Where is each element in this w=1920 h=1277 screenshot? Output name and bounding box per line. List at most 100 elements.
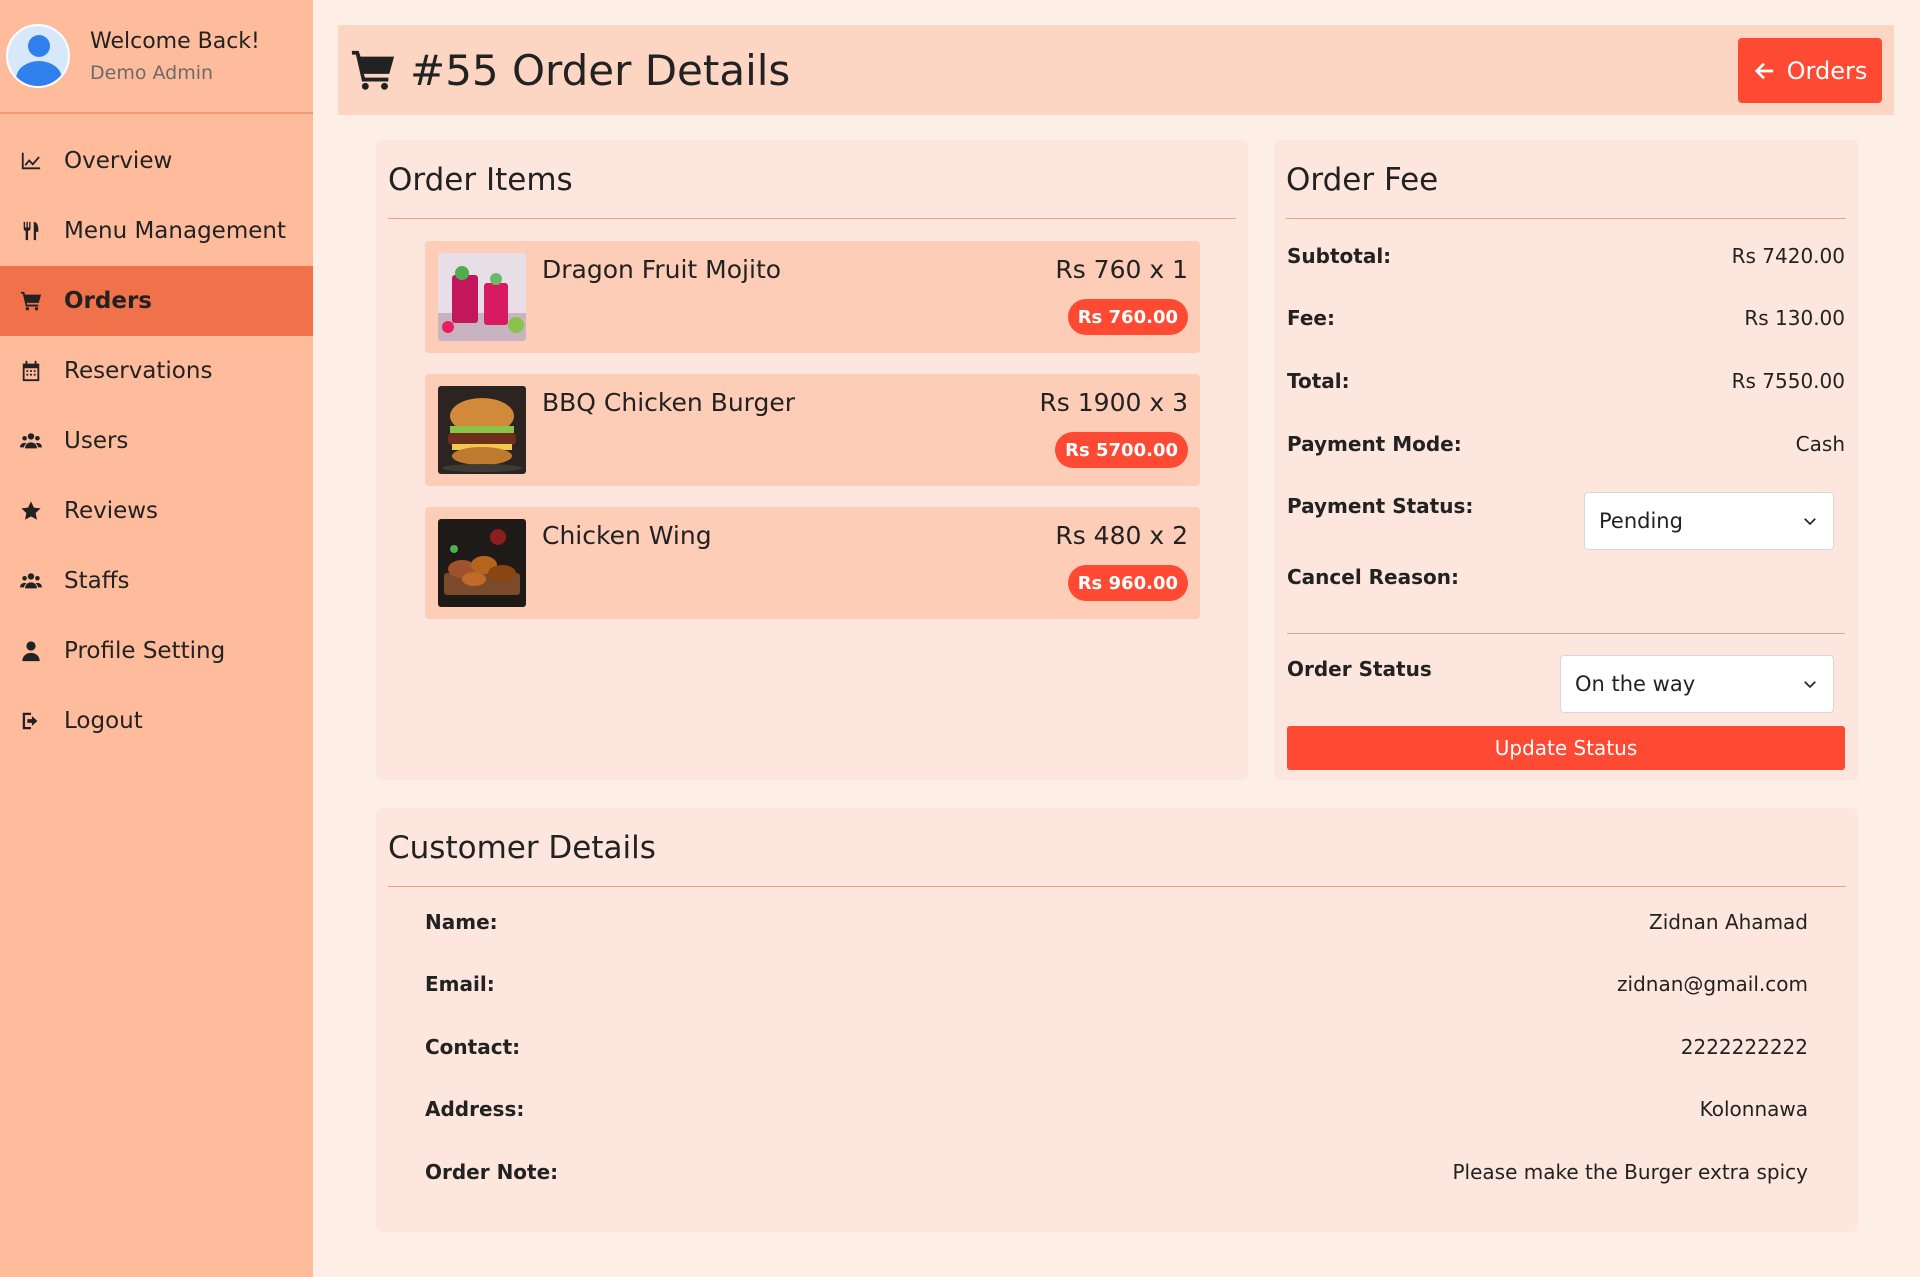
total-label: Total: [1287, 369, 1350, 393]
customer-contact-label: Contact: [425, 1035, 521, 1059]
subtotal-value: Rs 7420.00 [1731, 244, 1845, 268]
item-qty: Rs 480 x 2 [1055, 521, 1188, 550]
back-button-label: Orders [1786, 56, 1868, 85]
arrow-left-icon [1754, 62, 1773, 79]
divider [1286, 218, 1846, 219]
fee-row: Fee: Rs 130.00 [1287, 306, 1845, 330]
sidebar-item-label: Reservations [64, 358, 213, 384]
sidebar-item-staffs[interactable]: Staffs [0, 546, 313, 616]
order-item: Dragon Fruit Mojito Rs 760 x 1 Rs 760.00 [425, 241, 1200, 353]
calendar-icon [18, 358, 44, 384]
sidebar-item-reservations[interactable]: Reservations [0, 336, 313, 406]
item-total-badge: Rs 5700.00 [1055, 432, 1188, 468]
subtotal-label: Subtotal: [1287, 244, 1392, 268]
sidebar-item-label: Reviews [64, 498, 159, 524]
profile-header: Welcome Back! Demo Admin [0, 0, 313, 114]
chart-line-icon [18, 148, 44, 174]
item-qty: Rs 760 x 1 [1055, 255, 1188, 284]
divider [388, 218, 1236, 219]
item-image-chicken-wing [438, 519, 526, 607]
update-status-button[interactable]: Update Status [1287, 726, 1845, 770]
item-image-burger [438, 386, 526, 474]
cancel-reason-row: Cancel Reason: [1287, 565, 1845, 589]
order-fee-title: Order Fee [1286, 162, 1439, 198]
total-value: Rs 7550.00 [1731, 369, 1845, 393]
item-name: Dragon Fruit Mojito [542, 255, 782, 284]
customer-details-card: Customer Details Name: Zidnan Ahamad Ema… [376, 808, 1858, 1232]
item-image-mojito [438, 253, 526, 341]
payment-status-label: Payment Status: [1287, 494, 1474, 518]
fee-label: Fee: [1287, 306, 1335, 330]
customer-details-title: Customer Details [388, 830, 656, 866]
subtotal-row: Subtotal: Rs 7420.00 [1287, 244, 1845, 268]
item-total-badge: Rs 960.00 [1067, 565, 1188, 601]
order-item: BBQ Chicken Burger Rs 1900 x 3 Rs 5700.0… [425, 374, 1200, 486]
sidebar-item-overview[interactable]: Overview [0, 126, 313, 196]
sidebar-item-label: Menu Management [64, 218, 286, 244]
sidebar-item-label: Staffs [64, 568, 130, 594]
users-icon [18, 568, 44, 594]
user-name: Demo Admin [90, 61, 214, 84]
order-fee-card: Order Fee Subtotal: Rs 7420.00 Fee: Rs 1… [1274, 140, 1858, 780]
order-items-title: Order Items [388, 162, 573, 198]
customer-email-label: Email: [425, 972, 495, 996]
item-total-badge: Rs 760.00 [1067, 299, 1188, 335]
avatar [6, 24, 70, 88]
sidebar: Welcome Back! Demo Admin Overview Menu M… [0, 0, 313, 1277]
sidebar-item-logout[interactable]: Logout [0, 686, 313, 756]
cancel-reason-label: Cancel Reason: [1287, 565, 1459, 589]
sidebar-item-label: Logout [64, 708, 143, 734]
payment-status-value: Pending [1599, 509, 1683, 533]
order-status-label: Order Status [1287, 657, 1432, 681]
chevron-down-icon [1804, 518, 1816, 526]
total-row: Total: Rs 7550.00 [1287, 369, 1845, 393]
users-icon [18, 428, 44, 454]
star-icon [18, 498, 44, 524]
sidebar-item-label: Profile Setting [64, 638, 226, 664]
back-to-orders-button[interactable]: Orders [1738, 38, 1882, 103]
customer-name-value: Zidnan Ahamad [1649, 910, 1808, 934]
order-note-value: Please make the Burger extra spicy [1452, 1160, 1808, 1184]
order-status-value: On the way [1575, 672, 1696, 696]
order-note-label: Order Note: [425, 1160, 559, 1184]
customer-address-row: Address: Kolonnawa [425, 1097, 1808, 1121]
welcome-text: Welcome Back! [90, 28, 260, 54]
page-header: #55 Order Details Orders [338, 25, 1894, 115]
sidebar-item-menu-management[interactable]: Menu Management [0, 196, 313, 266]
cart-icon [18, 288, 44, 314]
sidebar-item-label: Users [64, 428, 129, 454]
user-icon [18, 638, 44, 664]
customer-name-label: Name: [425, 910, 498, 934]
payment-mode-row: Payment Mode: Cash [1287, 432, 1845, 456]
item-name: BBQ Chicken Burger [542, 388, 796, 417]
order-item: Chicken Wing Rs 480 x 2 Rs 960.00 [425, 507, 1200, 619]
utensils-icon [18, 218, 44, 244]
customer-email-row: Email: zidnan@gmail.com [425, 972, 1808, 996]
sidebar-item-users[interactable]: Users [0, 406, 313, 476]
logout-icon [18, 708, 44, 734]
customer-address-label: Address: [425, 1097, 525, 1121]
customer-contact-row: Contact: 2222222222 [425, 1035, 1808, 1059]
page-title: #55 Order Details [410, 45, 791, 95]
order-items-card: Order Items Dragon Fruit Mojito Rs 760 x… [376, 140, 1248, 780]
payment-status-select[interactable]: Pending [1584, 492, 1834, 550]
order-note-row: Order Note: Please make the Burger extra… [425, 1160, 1808, 1184]
sidebar-item-label: Orders [64, 288, 152, 314]
sidebar-nav: Overview Menu Management Orders Reservat… [0, 114, 313, 756]
item-qty: Rs 1900 x 3 [1039, 388, 1188, 417]
customer-address-value: Kolonnawa [1699, 1097, 1808, 1121]
divider [388, 886, 1846, 887]
fee-value: Rs 130.00 [1744, 306, 1845, 330]
payment-mode-value: Cash [1795, 432, 1845, 456]
order-status-select[interactable]: On the way [1560, 655, 1834, 713]
customer-name-row: Name: Zidnan Ahamad [425, 910, 1808, 934]
customer-email-value: zidnan@gmail.com [1617, 972, 1808, 996]
sidebar-item-reviews[interactable]: Reviews [0, 476, 313, 546]
divider [1287, 633, 1845, 634]
customer-contact-value: 2222222222 [1680, 1035, 1808, 1059]
sidebar-item-orders[interactable]: Orders [0, 266, 313, 336]
sidebar-item-label: Overview [64, 148, 173, 174]
sidebar-item-profile-setting[interactable]: Profile Setting [0, 616, 313, 686]
item-name: Chicken Wing [542, 521, 712, 550]
payment-mode-label: Payment Mode: [1287, 432, 1462, 456]
